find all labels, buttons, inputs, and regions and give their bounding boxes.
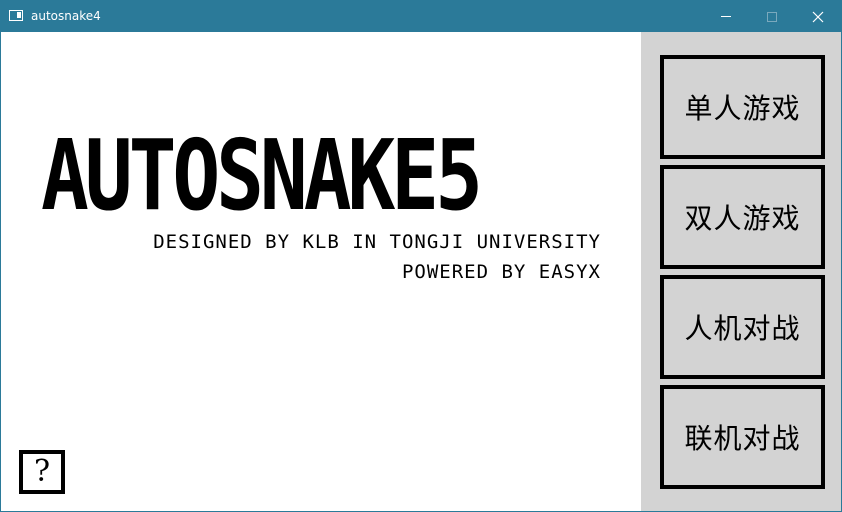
game-canvas: AUTOSNAKE5 DESIGNED BY KLB IN TONGJI UNI…: [1, 32, 841, 511]
two-player-button[interactable]: 双人游戏: [660, 165, 825, 269]
close-button[interactable]: [795, 1, 841, 32]
minimize-icon: [721, 16, 731, 17]
minimize-button[interactable]: [703, 1, 749, 32]
menu-panel: 单人游戏 双人游戏 人机对战 联机对战: [641, 32, 841, 511]
vs-computer-button[interactable]: 人机对战: [660, 275, 825, 379]
credit-designer: DESIGNED BY KLB IN TONGJI UNIVERSITY: [153, 231, 601, 253]
maximize-button: [749, 1, 795, 32]
maximize-icon: [767, 11, 777, 22]
game-title: AUTOSNAKE5: [41, 119, 483, 232]
app-window: autosnake4 AUTOSNAKE5 DESIGNED BY KLB IN…: [0, 0, 842, 512]
window-title: autosnake4: [31, 9, 101, 23]
help-button[interactable]: ?: [19, 450, 65, 494]
app-window-icon: [9, 10, 23, 21]
credit-engine: POWERED BY EASYX: [401, 261, 601, 283]
title-bar[interactable]: autosnake4: [1, 1, 841, 32]
online-battle-button[interactable]: 联机对战: [660, 385, 825, 489]
close-icon: [812, 11, 824, 22]
single-player-button[interactable]: 单人游戏: [660, 55, 825, 159]
